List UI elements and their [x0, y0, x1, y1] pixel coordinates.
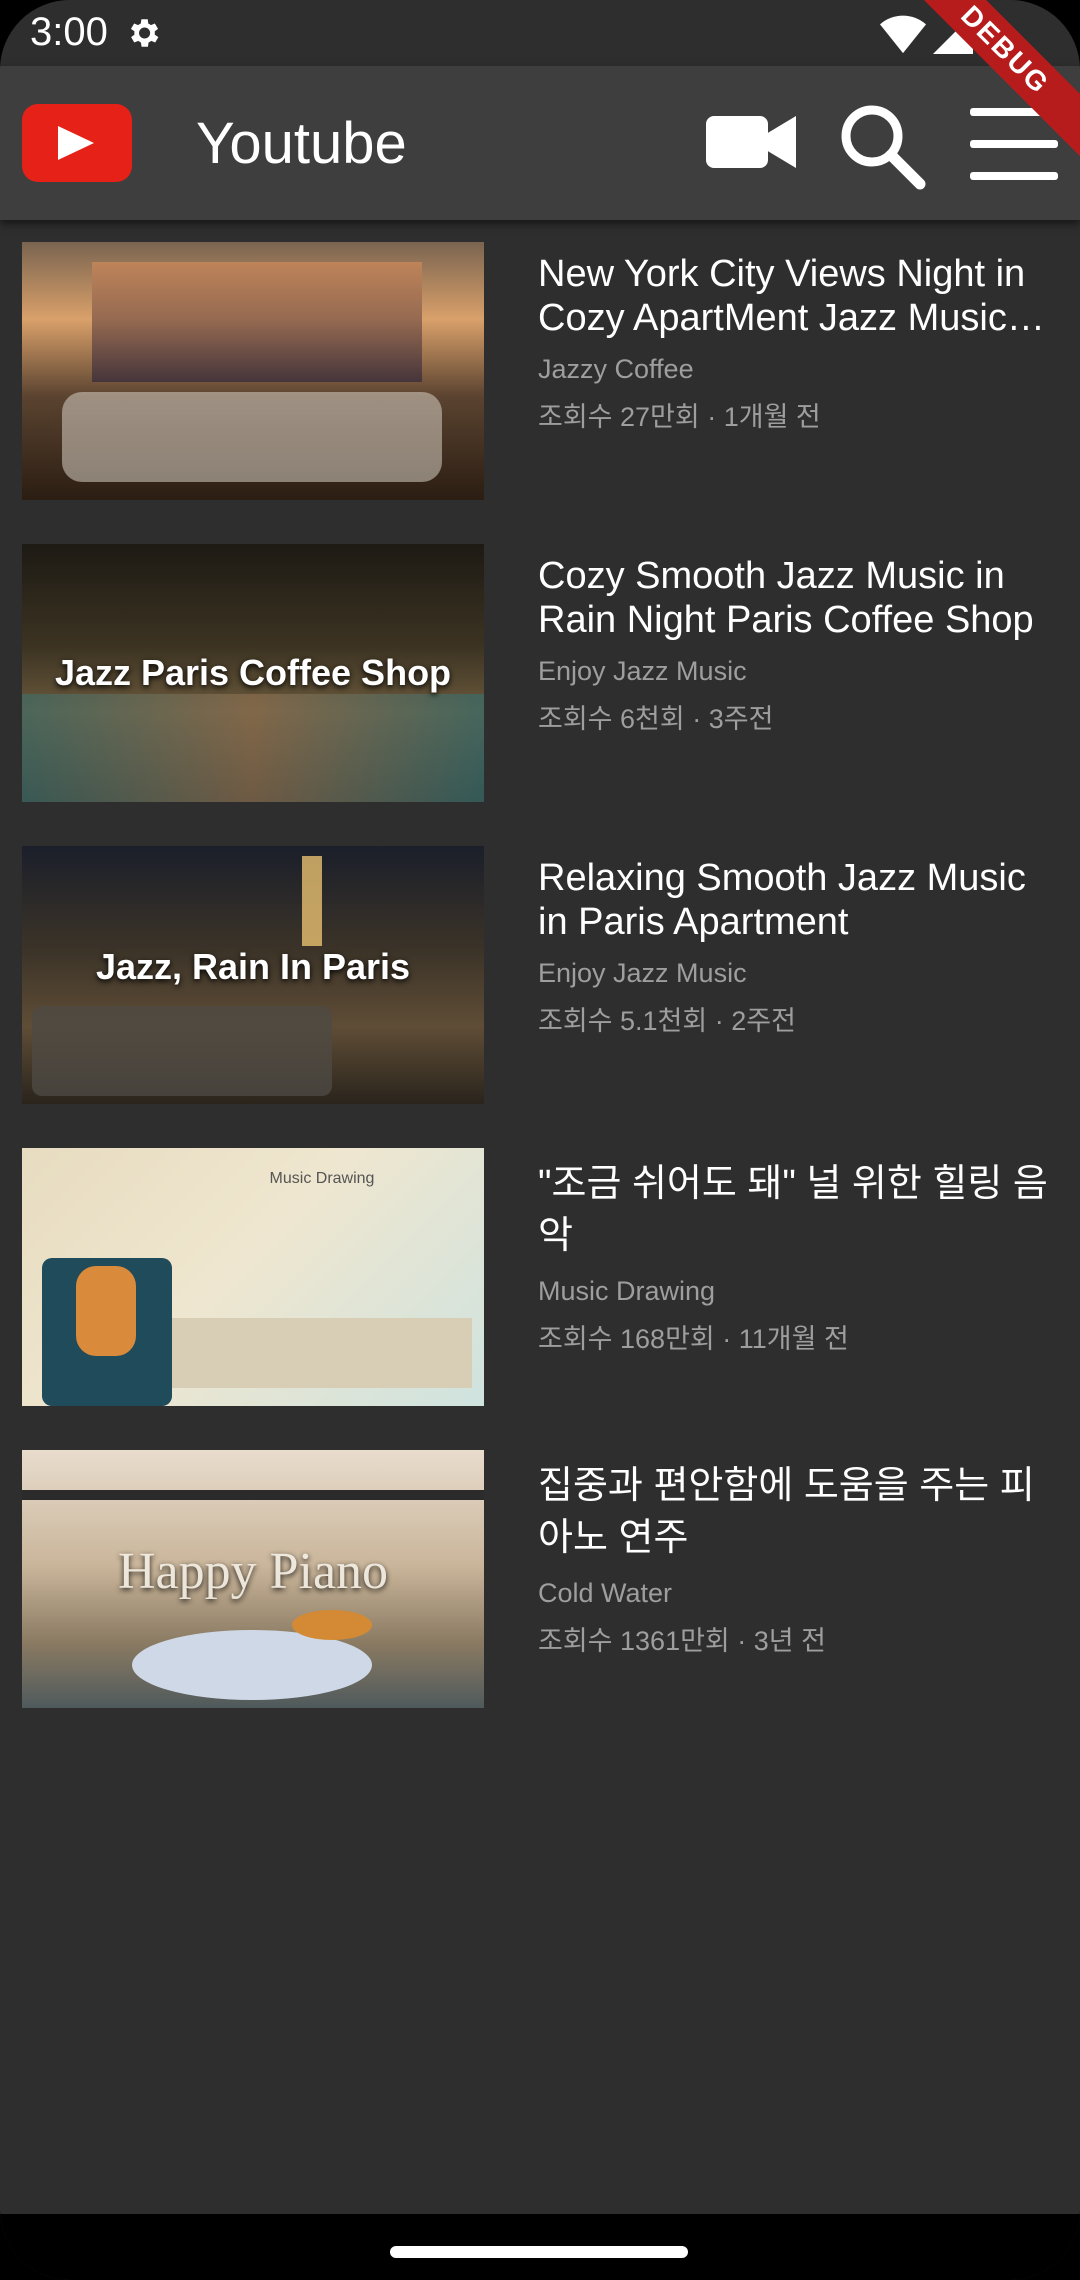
video-meta: 조회수 27만회 · 1개월 전: [538, 402, 821, 432]
channel-name[interactable]: Music Drawing: [538, 1276, 1048, 1307]
search-icon[interactable]: [836, 100, 926, 190]
video-title[interactable]: Relaxing Smooth Jazz Music in Paris Apar…: [538, 856, 1048, 944]
video-info: 집중과 편안함에 도움을 주는 피아노 연주 Cold Water 조회수 13…: [538, 1460, 1048, 1658]
video-title[interactable]: New York City Views Night in Cozy ApartM…: [538, 252, 1048, 340]
thumbnail-caption: Jazz, Rain In Paris: [95, 946, 411, 987]
home-indicator[interactable]: [390, 2246, 688, 2258]
video-thumbnail[interactable]: Happy Piano: [22, 1450, 484, 1708]
channel-name[interactable]: Enjoy Jazz Music: [538, 958, 1048, 989]
video-thumbnail[interactable]: Jazz Paris Coffee Shop: [22, 544, 484, 802]
video-item[interactable]: Jazz, Rain In Paris Relaxing Smooth Jazz…: [0, 824, 1080, 1104]
video-meta: 조회수 1361만회 · 3년 전: [538, 1626, 826, 1656]
video-info: Relaxing Smooth Jazz Music in Paris Apar…: [538, 856, 1048, 1038]
video-item[interactable]: New York City Views Night in Cozy ApartM…: [0, 220, 1080, 500]
video-item[interactable]: Music Drawing "조금 쉬어도 돼" 널 위한 힐링 음악 Musi…: [0, 1126, 1080, 1406]
app-bar: Youtube: [0, 66, 1080, 220]
channel-name[interactable]: Cold Water: [538, 1578, 1048, 1609]
video-item[interactable]: Happy Piano 집중과 편안함에 도움을 주는 피아노 연주 Cold …: [0, 1428, 1080, 1708]
video-thumbnail[interactable]: Jazz, Rain In Paris: [22, 846, 484, 1104]
videocam-icon[interactable]: [706, 114, 796, 170]
video-meta: 조회수 6천회 · 3주전: [538, 704, 774, 734]
video-info: Cozy Smooth Jazz Music in Rain Night Par…: [538, 554, 1048, 736]
app-screen: 3:00 DEBUG Youtube New York City Views N…: [0, 0, 1080, 2280]
settings-gear-icon: [130, 19, 159, 47]
video-thumbnail[interactable]: [22, 242, 484, 500]
thumbnail-caption: Jazz Paris Coffee Shop: [54, 652, 452, 693]
video-meta: 조회수 5.1천회 · 2주전: [538, 1006, 796, 1036]
video-thumbnail[interactable]: Music Drawing: [22, 1148, 484, 1406]
youtube-logo-icon[interactable]: [22, 104, 132, 182]
video-info: New York City Views Night in Cozy ApartM…: [538, 252, 1048, 434]
app-title: Youtube: [196, 111, 407, 176]
thumbnail-caption: Happy Piano: [117, 1543, 389, 1600]
thumbnail-caption: Music Drawing: [269, 1170, 375, 1187]
wifi-icon: [880, 15, 926, 54]
video-title[interactable]: 집중과 편안함에 도움을 주는 피아노 연주: [538, 1460, 1048, 1564]
status-bar: 3:00: [0, 0, 1080, 66]
video-meta: 조회수 168만회 · 11개월 전: [538, 1324, 849, 1354]
status-time: 3:00: [30, 10, 108, 54]
video-item[interactable]: Jazz Paris Coffee Shop Cozy Smooth Jazz …: [0, 522, 1080, 802]
video-title[interactable]: "조금 쉬어도 돼" 널 위한 힐링 음악: [538, 1158, 1048, 1262]
channel-name[interactable]: Jazzy Coffee: [538, 354, 1048, 385]
video-info: "조금 쉬어도 돼" 널 위한 힐링 음악 Music Drawing 조회수 …: [538, 1158, 1048, 1356]
video-title[interactable]: Cozy Smooth Jazz Music in Rain Night Par…: [538, 554, 1048, 642]
channel-name[interactable]: Enjoy Jazz Music: [538, 656, 1048, 687]
